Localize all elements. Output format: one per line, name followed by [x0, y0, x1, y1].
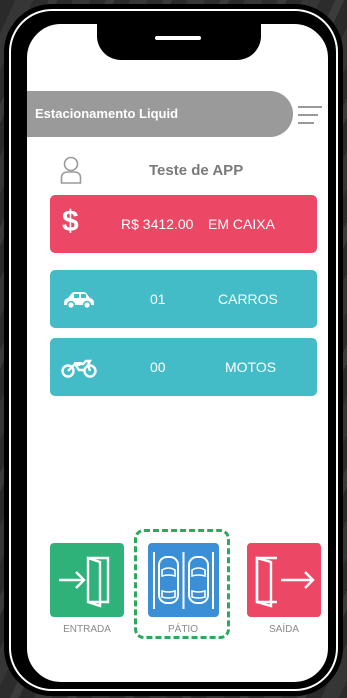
dollar-icon: $: [62, 205, 79, 238]
carros-count: 01: [150, 291, 166, 307]
phone-notch: [95, 24, 263, 62]
exit-door-icon: [255, 556, 315, 608]
saida-button[interactable]: [247, 543, 321, 617]
phone-frame: Estacionamento Liquid Teste de APP $ R$ …: [4, 4, 343, 696]
saida-label: SAÍDA: [268, 624, 299, 635]
entrada-button[interactable]: [50, 543, 124, 617]
enter-door-icon: [59, 556, 110, 608]
entrada-label: ENTRADA: [63, 624, 111, 635]
user-icon[interactable]: [60, 156, 82, 184]
user-row: Teste de APP: [27, 156, 328, 188]
caixa-value: R$ 3412.00: [121, 216, 194, 232]
app-screen: Estacionamento Liquid Teste de APP $ R$ …: [25, 22, 330, 684]
motos-count: 00: [150, 359, 166, 375]
caixa-card[interactable]: $ R$ 3412.00 EM CAIXA: [50, 195, 317, 253]
speaker-grille: [155, 36, 201, 40]
motorcycle-icon: [61, 359, 97, 378]
patio-label: PÁTIO: [167, 624, 198, 635]
carros-card[interactable]: 01 CARROS: [50, 270, 317, 328]
motos-card[interactable]: 00 MOTOS: [50, 338, 317, 396]
menu-icon[interactable]: [297, 105, 323, 125]
caixa-label: EM CAIXA: [208, 216, 275, 232]
motos-label: MOTOS: [225, 359, 277, 375]
parking-lot-icon: [153, 552, 214, 609]
app-header: Estacionamento Liquid: [27, 91, 293, 137]
car-icon: [64, 292, 94, 310]
patio-button[interactable]: [148, 543, 219, 617]
app-title: Estacionamento Liquid: [35, 106, 179, 121]
carros-label: CARROS: [218, 291, 278, 307]
user-name: Teste de APP: [149, 162, 244, 179]
